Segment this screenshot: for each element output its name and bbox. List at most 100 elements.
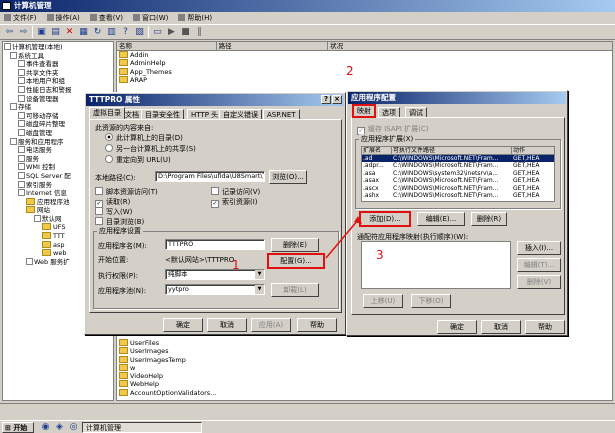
tree-item[interactable]: 事件查看器 xyxy=(4,60,112,69)
edit-wildcard-button[interactable]: 编辑(T)... xyxy=(517,258,561,272)
ext-table[interactable]: 扩展名 可执行文件路径 动作 .ad C:\WINDOWS\Microsoft.N… xyxy=(361,146,555,202)
config-ok-button[interactable]: 确定 xyxy=(437,320,477,334)
table-row[interactable]: .ascx C:\WINDOWS\Microsoft.NET\Fram... GET… xyxy=(362,185,554,193)
config-cancel-button[interactable]: 取消 xyxy=(481,320,521,334)
list-item[interactable]: AccountOptionValidators... xyxy=(117,389,317,397)
help-button[interactable]: 帮助 xyxy=(297,318,337,332)
app-settings-label: 应用程序设置 xyxy=(97,226,143,236)
main-titlebar[interactable]: 计算机管理 xyxy=(0,0,615,12)
quicklaunch-icon[interactable]: ◈ xyxy=(54,422,65,433)
list-item[interactable]: w xyxy=(117,364,317,372)
tree-item[interactable]: 系统工具 xyxy=(4,52,112,61)
chevron-down-icon[interactable]: ▼ xyxy=(255,285,264,294)
close-icon[interactable]: × xyxy=(332,95,342,104)
list-item[interactable]: UserImages xyxy=(117,347,317,355)
table-row[interactable]: .ashx C:\WINDOWS\Microsoft.NET\Fram... GET… xyxy=(362,192,554,200)
forward-icon[interactable]: ⇨ xyxy=(18,27,29,38)
list-item[interactable]: Addin xyxy=(117,51,612,59)
move-down-button[interactable]: 下移(O) xyxy=(411,294,451,308)
delete-mapping-button[interactable]: 删除(R) xyxy=(471,212,507,226)
radio-redirect[interactable]: 重定向到 URL(U) xyxy=(105,155,171,165)
table-row[interactable]: .ad C:\WINDOWS\Microsoft.NET\Fram... GET,H… xyxy=(362,154,554,162)
app-pool-select[interactable]: yytpro ▼ xyxy=(165,284,265,295)
toolbar-separator xyxy=(32,26,33,38)
cancel-button[interactable]: 取消 xyxy=(207,318,247,332)
list-item[interactable]: UserImagesTemp xyxy=(117,356,317,364)
list-item[interactable]: App_Themes xyxy=(117,68,612,76)
table-row[interactable]: .asax C:\WINDOWS\Microsoft.NET\Fram... GET… xyxy=(362,177,554,185)
app-name-input[interactable]: TTTPRO xyxy=(165,239,265,250)
play-icon[interactable]: ▶ xyxy=(166,27,177,38)
write-checkbox[interactable]: 写入(W) xyxy=(95,207,132,217)
properties-dialog: TTTPRO 属性 ? × 虚拟目录 文档 目录安全性 HTTP 头 自定义错误 … xyxy=(84,92,346,335)
col-path[interactable]: 路径 xyxy=(217,42,329,50)
tab-virtual-dir[interactable]: 虚拟目录 xyxy=(89,107,125,119)
export-icon[interactable]: ▥ xyxy=(106,27,117,38)
computer-icon[interactable]: ▭ xyxy=(152,27,163,38)
move-up-button[interactable]: 上移(U) xyxy=(363,294,403,308)
props-titlebar[interactable]: TTTPRO 属性 ? × xyxy=(86,94,344,106)
ok-button[interactable]: 确定 xyxy=(163,318,203,332)
source-label: 此资源的内容来自: xyxy=(95,124,154,132)
exec-perm-select[interactable]: 纯脚本 ▼ xyxy=(165,269,265,280)
stop-icon[interactable]: ■ xyxy=(180,27,191,38)
add-mapping-button[interactable]: 添加(D)... xyxy=(359,211,411,227)
list-item[interactable]: ARAP xyxy=(117,76,612,84)
properties-icon[interactable]: ▦ xyxy=(78,27,89,38)
remove-wildcard-button[interactable]: 删除(V) xyxy=(517,275,561,289)
table-row[interactable]: .asa C:\WINDOWS\system32\inetsrv\a... GET,… xyxy=(362,170,554,178)
browse-button[interactable]: 浏览(O)... xyxy=(269,170,307,184)
table-row[interactable]: .adpr... C:\WINDOWS\Microsoft.NET\Fram...… xyxy=(362,162,554,170)
list-item[interactable]: WebHelp xyxy=(117,380,317,388)
quicklaunch-icon[interactable]: ◉ xyxy=(40,422,51,433)
delete-icon[interactable]: ✕ xyxy=(64,27,75,38)
show-tree-icon[interactable]: ▤ xyxy=(50,27,61,38)
config-help-button[interactable]: 帮助 xyxy=(525,320,565,334)
insert-button[interactable]: 插入(I)... xyxy=(517,241,561,255)
menu-view[interactable]: 查看(V) xyxy=(90,12,123,24)
tree-item[interactable]: 计算机管理(本地) xyxy=(4,43,112,52)
menu-help[interactable]: 帮助(H) xyxy=(178,12,212,24)
tab-mapping[interactable]: 映射 xyxy=(352,104,376,118)
help-icon[interactable]: ? xyxy=(120,27,131,38)
list-header: 名称 路径 状况 xyxy=(117,42,612,51)
quicklaunch-icon[interactable]: ◎ xyxy=(68,422,79,433)
pause-icon[interactable]: ‖ xyxy=(194,27,205,38)
col-status[interactable]: 状况 xyxy=(328,42,612,50)
start-pos-value: <默认网站>\TTTPRO xyxy=(165,256,235,264)
col-name[interactable]: 名称 xyxy=(117,42,217,50)
start-pos-label: 开始位置: xyxy=(98,256,129,264)
taskbar-item-computer-management[interactable]: 计算机管理 xyxy=(82,422,202,433)
menu-action[interactable]: 操作(A) xyxy=(47,12,80,24)
edit-mapping-button[interactable]: 编辑(E)... xyxy=(417,212,465,226)
index-resource-checkbox[interactable]: 索引资源(I) xyxy=(211,197,258,208)
remove-app-button[interactable]: 删除(E) xyxy=(271,238,319,252)
list-item[interactable]: AdminHelp xyxy=(117,59,612,67)
app-config-dialog: 应用程序配置 映射 选项 调试 缓存 ISAPI 扩展(C) 应用程序扩展(X)… xyxy=(346,90,568,336)
config-button[interactable]: 配置(G)... xyxy=(267,253,325,269)
start-button[interactable]: ⊞ 开始 xyxy=(2,422,34,433)
local-path-input[interactable]: D:\Program Files\ufida\U8Smart\T xyxy=(155,171,265,182)
up-folder-icon[interactable]: ▣ xyxy=(36,27,47,38)
tree-item[interactable]: 本地用户和组 xyxy=(4,77,112,86)
list-item[interactable]: VideoHelp xyxy=(117,372,317,380)
chevron-down-icon[interactable]: ▼ xyxy=(255,270,264,279)
apply-button[interactable]: 应用(A) xyxy=(251,318,291,332)
back-icon[interactable]: ⇦ xyxy=(4,27,15,38)
log-access-checkbox[interactable]: 记录访问(V) xyxy=(211,187,260,197)
status-bar xyxy=(0,403,615,419)
script-access-checkbox[interactable]: 脚本资源访问(T) xyxy=(95,187,158,197)
menu-window[interactable]: 窗口(W) xyxy=(133,12,168,24)
menu-file[interactable]: 文件(F) xyxy=(4,12,37,24)
app-name-label: 应用程序名(M): xyxy=(98,242,147,250)
list-bottom: UserFiles UserImages UserImagesTemp w Vi… xyxy=(117,339,317,397)
refresh-icon[interactable]: ↻ xyxy=(92,27,103,38)
config-title: 应用程序配置 xyxy=(351,93,396,102)
help-icon[interactable]: ? xyxy=(321,95,331,104)
config-titlebar[interactable]: 应用程序配置 xyxy=(348,92,566,104)
radio-share[interactable]: 另一台计算机上的共享(S) xyxy=(105,144,196,154)
list-item[interactable]: UserFiles xyxy=(117,339,317,347)
radio-local-dir[interactable]: 此计算机上的目录(D) xyxy=(105,133,183,143)
unload-button[interactable]: 卸载(L) xyxy=(271,283,319,297)
view-icon[interactable]: ▧ xyxy=(134,27,145,38)
